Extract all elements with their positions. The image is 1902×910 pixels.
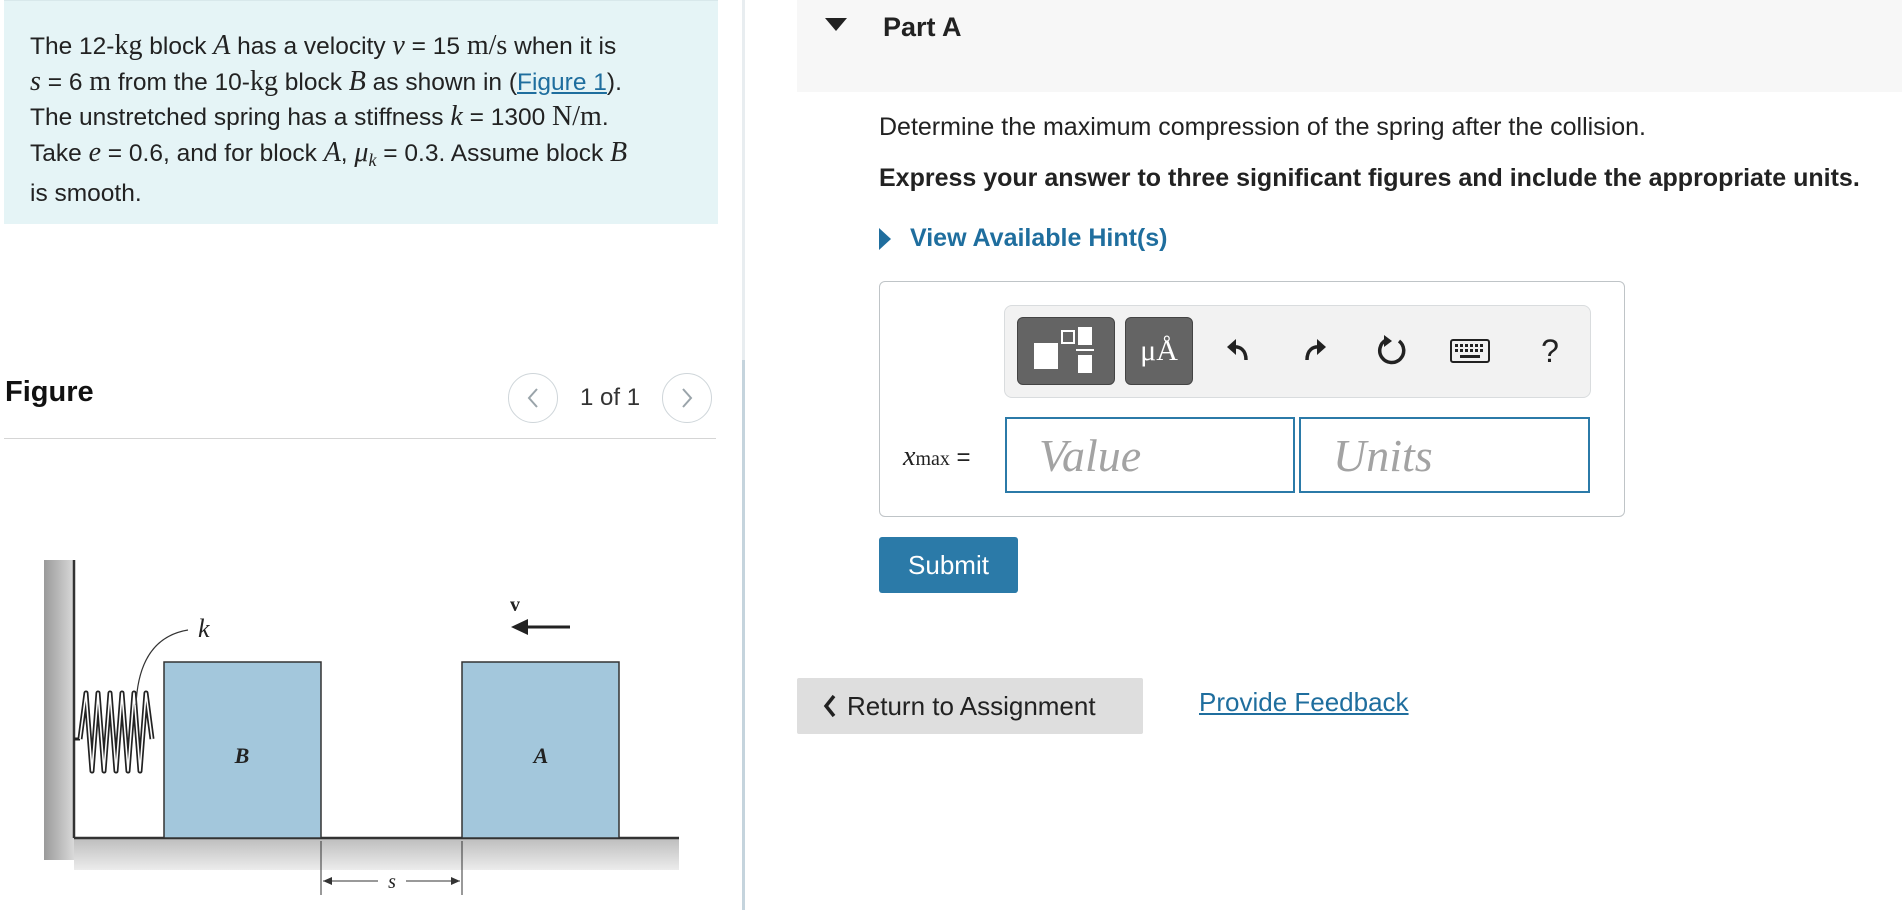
prev-figure-button[interactable]	[508, 373, 558, 423]
next-figure-button[interactable]	[662, 373, 713, 423]
block-b-label: B	[234, 743, 250, 768]
text: block	[142, 33, 214, 60]
redo-icon[interactable]	[1289, 326, 1339, 376]
text: ,	[340, 139, 355, 167]
text: = 15	[404, 33, 467, 60]
wall	[44, 560, 74, 860]
part-header	[797, 0, 1902, 92]
text: is smooth.	[30, 180, 142, 207]
text: .	[601, 104, 609, 131]
dim-arrowhead-left	[323, 877, 332, 885]
chevron-left-icon	[823, 694, 836, 718]
chevron-left-icon	[527, 388, 538, 408]
units-input[interactable]	[1299, 417, 1590, 493]
units-button-label: μÅ	[1140, 334, 1178, 367]
variable-subscript: max	[915, 448, 950, 470]
text: The unstretched spring has a stiffness	[30, 104, 451, 131]
units-button[interactable]: μÅ	[1125, 317, 1193, 385]
text: from the 10-	[111, 68, 250, 96]
submit-button[interactable]: Submit	[879, 537, 1018, 593]
unit-m: m	[89, 65, 112, 97]
help-icon[interactable]: ?	[1525, 326, 1575, 376]
math-toolbar: μÅ ?	[1004, 305, 1591, 398]
symbol-b: B	[610, 136, 628, 168]
text: = 6	[40, 68, 90, 96]
variable-symbol: x	[903, 441, 916, 472]
unit-nm: N/m	[552, 101, 602, 132]
text: = 0.6, and for block	[101, 139, 324, 167]
equals-sign: =	[956, 444, 971, 471]
text: = 0.3. Assume block	[376, 139, 611, 167]
question-text: Determine the maximum compression of the…	[879, 113, 1646, 141]
instructions-text: Express your answer to three significant…	[879, 164, 1860, 192]
problem-line-3: The unstretched spring has a stiffness k…	[30, 100, 692, 136]
keyboard-icon[interactable]	[1447, 326, 1493, 376]
symbol-k: k	[450, 101, 463, 132]
spring-label: k	[198, 614, 210, 643]
chevron-right-icon	[682, 388, 693, 408]
block-a-label: A	[532, 743, 549, 768]
text: = 1300	[462, 104, 553, 131]
unit-kg: kg	[114, 30, 143, 61]
dim-arrowhead-right	[451, 877, 460, 885]
help-label: ?	[1541, 332, 1559, 369]
templates-button[interactable]	[1017, 317, 1115, 385]
problem-line-2: s = 6 m from the 10-kg block B as shown …	[30, 65, 692, 101]
symbol-v: v	[392, 30, 405, 61]
hints-label: View Available Hint(s)	[910, 224, 1168, 252]
unit-ms: m/s	[466, 30, 508, 61]
symbol-s: s	[30, 65, 41, 97]
text: ).	[606, 68, 622, 96]
velocity-arrow-icon	[511, 619, 528, 635]
pager-count: 1 of 1	[580, 384, 641, 411]
answer-variable: xmax =	[903, 441, 971, 473]
return-to-assignment-button[interactable]: Return to Assignment	[797, 678, 1143, 734]
text: The 12-	[30, 33, 115, 60]
hints-toggle[interactable]: View Available Hint(s)	[879, 224, 1167, 253]
text: block	[277, 68, 349, 96]
part-title: Part A	[883, 12, 962, 42]
problem-line-5: is smooth.	[30, 177, 692, 212]
problem-line-1: The 12-kg block A has a velocity v = 15 …	[30, 29, 692, 65]
velocity-label: v	[510, 594, 520, 616]
caret-right-icon	[879, 227, 891, 250]
figure-link[interactable]: Figure 1	[517, 69, 607, 96]
figure-rule	[4, 438, 716, 439]
collapse-caret-icon[interactable]	[825, 18, 847, 31]
problem-line-4: Take e = 0.6, and for block A, μk = 0.3.…	[30, 136, 692, 178]
left-pane: The 12-kg block A has a velocity v = 15 …	[0, 0, 745, 910]
return-label: Return to Assignment	[847, 690, 1096, 721]
pane-divider-scroll[interactable]	[742, 360, 745, 910]
problem-statement: The 12-kg block A has a velocity v = 15 …	[4, 0, 718, 224]
reset-icon[interactable]	[1367, 326, 1417, 376]
symbol-mu: μ	[354, 136, 369, 168]
collision-figure: B A k v s	[44, 560, 679, 895]
figure-title: Figure	[5, 376, 94, 408]
symbol-b: B	[348, 65, 366, 97]
text: Take	[30, 139, 89, 167]
text: when it is	[507, 33, 617, 60]
distance-label: s	[388, 871, 396, 893]
text: has a velocity	[230, 33, 393, 60]
value-input[interactable]	[1005, 417, 1295, 493]
templates-icon	[1034, 327, 1094, 373]
figure-pager: 1 of 1	[508, 373, 713, 423]
spring	[74, 690, 155, 774]
undo-icon[interactable]	[1214, 326, 1264, 376]
floor	[74, 838, 679, 870]
unit-kg: kg	[249, 65, 278, 97]
symbol-a: A	[323, 136, 341, 168]
provide-feedback-link[interactable]: Provide Feedback	[1199, 687, 1409, 718]
symbol-e: e	[88, 136, 101, 168]
symbol-a: A	[213, 30, 231, 61]
text: as shown in (	[365, 68, 518, 96]
